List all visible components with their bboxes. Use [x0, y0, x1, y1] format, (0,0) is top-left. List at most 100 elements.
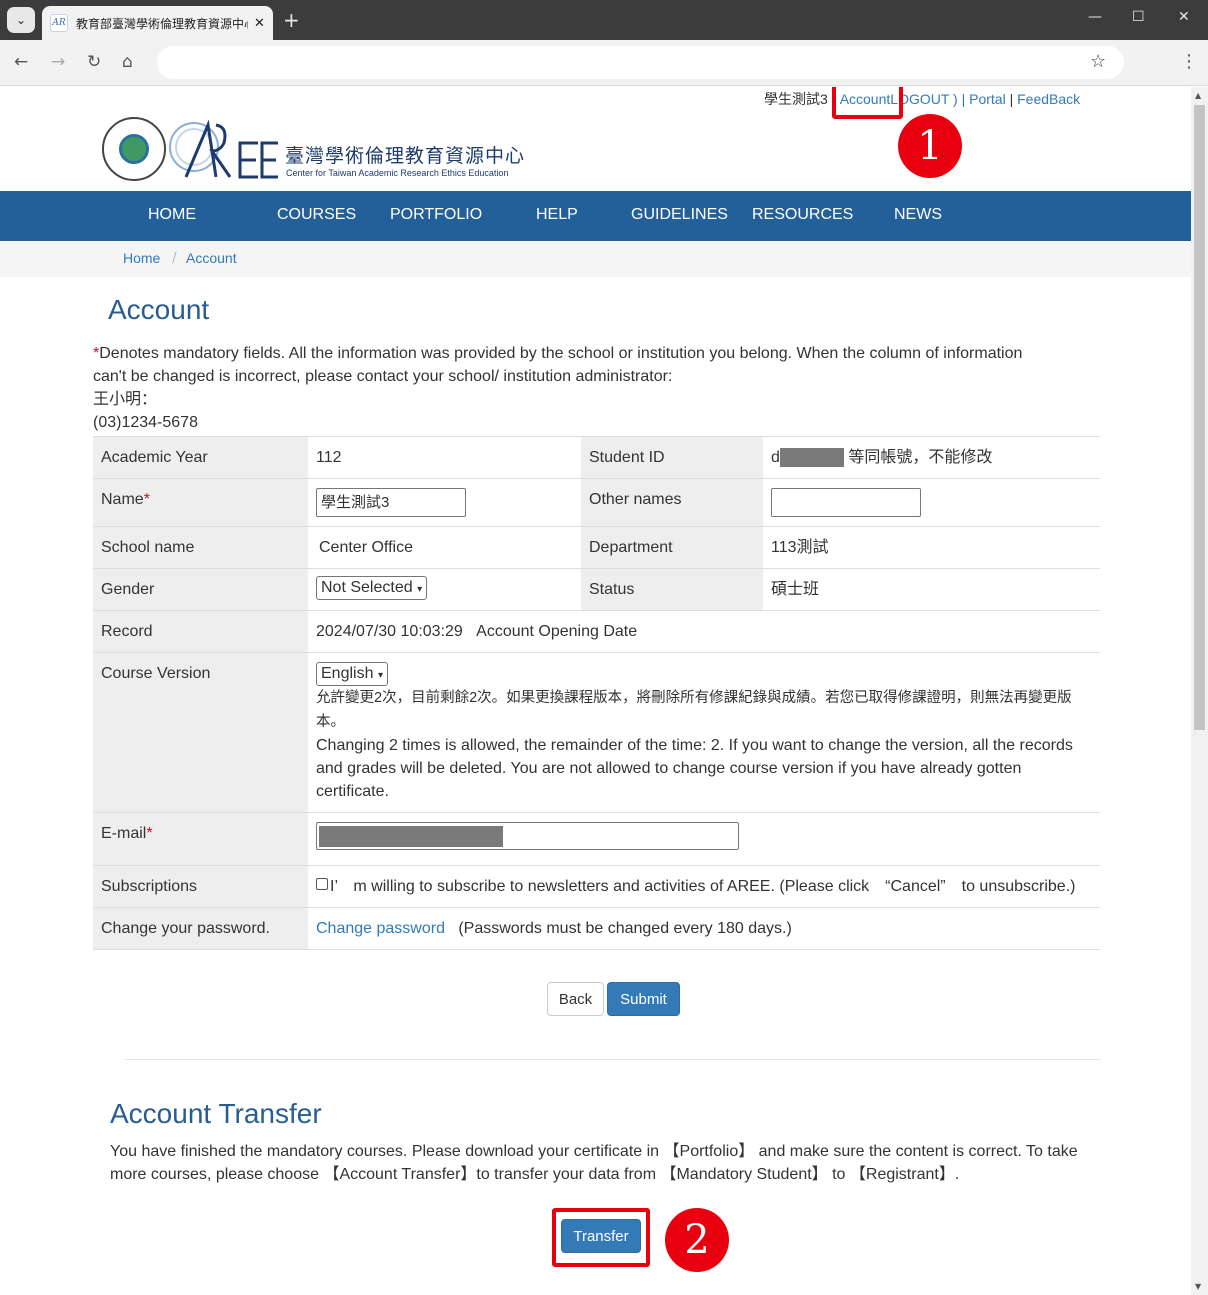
academic-year-label: Academic Year — [93, 436, 308, 479]
ministry-of-education-seal-icon — [102, 117, 166, 181]
record-value: 2024/07/30 10:03:29 Account Opening Date — [308, 610, 1100, 653]
scrollbar-thumb[interactable] — [1194, 105, 1205, 730]
home-icon[interactable]: ⌂ — [122, 52, 133, 72]
student-id-note: 等同帳號，不能修改 — [848, 449, 993, 466]
highlight-box-account — [832, 87, 903, 119]
kebab-menu-icon[interactable]: ⋮ — [1180, 51, 1198, 72]
nav-courses[interactable]: COURSES — [277, 206, 356, 224]
table-row: Subscriptions I’ m willing to subscribe … — [93, 865, 1100, 908]
breadcrumb-home[interactable]: Home — [123, 250, 160, 266]
subscribe-checkbox[interactable] — [316, 878, 328, 890]
table-row: Change your password. Change password (P… — [93, 907, 1100, 950]
student-id-label: Student ID — [581, 436, 763, 479]
submit-button[interactable]: Submit — [607, 982, 680, 1016]
portal-link[interactable]: Portal — [969, 91, 1006, 107]
table-row: School name Center Office Department 113… — [93, 526, 1100, 569]
department-value: 113測試 — [763, 526, 1100, 569]
nav-guidelines[interactable]: GUIDELINES — [631, 206, 728, 224]
user-bar: 學生測試3 AccountLOGOUT ) | Portal | FeedBac… — [764, 89, 1080, 109]
course-version-label: Course Version — [93, 652, 308, 813]
password-note: (Passwords must be changed every 180 day… — [458, 920, 792, 937]
table-row: Course Version English ▾ 允許變更2次，目前剩餘2次。如… — [93, 652, 1100, 813]
browser-tab[interactable]: AR 教育部臺灣學術倫理教育資源中心 ✕ — [42, 6, 273, 40]
reload-icon[interactable]: ↻ — [87, 52, 101, 72]
forward-arrow-icon[interactable]: → — [51, 52, 65, 72]
nav-news[interactable]: NEWS — [894, 206, 942, 224]
logo-name-en: Center for Taiwan Academic Research Ethi… — [286, 168, 509, 178]
academic-year-value: 112 — [308, 436, 581, 479]
breadcrumb-account[interactable]: Account — [186, 250, 237, 266]
maximize-icon[interactable]: ☐ — [1132, 9, 1145, 25]
chevron-down-icon: ⌄ — [15, 13, 27, 27]
bookmark-star-icon[interactable]: ☆ — [1090, 51, 1106, 72]
change-password-link[interactable]: Change password — [316, 920, 445, 937]
close-icon[interactable]: ✕ — [254, 16, 265, 31]
page-content: 學生測試3 AccountLOGOUT ) | Portal | FeedBac… — [0, 87, 1191, 1295]
table-row: E-mail* — [93, 812, 1100, 866]
course-version-select[interactable]: English ▾ — [316, 662, 388, 686]
scroll-up-icon[interactable]: ▲ — [1195, 91, 1201, 100]
browser-toolbar: ← → ↻ ⌂ ☆ ⋮ — [0, 40, 1208, 86]
gender-select[interactable]: Not Selected ▾ — [316, 576, 428, 600]
back-button[interactable]: Back — [547, 982, 604, 1016]
new-tab-button[interactable]: + — [283, 8, 300, 32]
gender-label: Gender — [93, 568, 308, 611]
student-id-prefix: d — [771, 449, 780, 466]
address-bar[interactable] — [157, 46, 1124, 79]
email-label: E-mail* — [93, 812, 308, 866]
nav-resources[interactable]: RESOURCES — [752, 206, 853, 224]
tab-search-button[interactable]: ⌄ — [7, 7, 35, 33]
breadcrumb-separator: / — [172, 250, 177, 266]
nav-home[interactable]: HOME — [148, 206, 196, 224]
window-close-icon[interactable]: ✕ — [1178, 9, 1190, 25]
redacted-student-id — [779, 448, 844, 468]
name-label: Name* — [93, 478, 308, 527]
feedback-link[interactable]: FeedBack — [1017, 91, 1080, 107]
contact-name: 王小明： — [93, 391, 158, 408]
subscriptions-cell: I’ m willing to subscribe to newsletters… — [308, 865, 1100, 908]
transfer-button[interactable]: Transfer — [561, 1219, 641, 1253]
table-row: Gender Not Selected ▾ Status 碩士班 — [93, 568, 1100, 611]
course-version-note-cn: 允許變更2次，目前剩餘2次。如果更換課程版本，將刪除所有修課紀錄與成績。若您已取… — [316, 690, 1072, 730]
school-name-value: Center Office — [308, 526, 581, 569]
browser-tab-strip: ⌄ AR 教育部臺灣學術倫理教育資源中心 ✕ + — ☐ ✕ — [0, 0, 1208, 40]
logo-name-cn: 臺灣學術倫理教育資源中心 — [285, 145, 526, 167]
other-names-input[interactable] — [771, 488, 921, 517]
page-title: Account — [108, 294, 210, 325]
favicon-icon: AR — [50, 14, 68, 32]
chevron-down-icon: ▾ — [417, 584, 423, 595]
tab-title: 教育部臺灣學術倫理教育資源中心 — [76, 16, 248, 31]
subscriptions-label: Subscriptions — [93, 865, 308, 908]
contact-phone: (03)1234-5678 — [93, 414, 198, 431]
nav-help[interactable]: HELP — [536, 206, 578, 224]
table-row: Record 2024/07/30 10:03:29 Account Openi… — [93, 610, 1100, 653]
scrollbar[interactable]: ▲ ▼ — [1191, 87, 1208, 1295]
back-arrow-icon[interactable]: ← — [14, 52, 28, 72]
account-transfer-text: You have finished the mandatory courses.… — [110, 1143, 1078, 1183]
minimize-icon[interactable]: — — [1088, 9, 1102, 25]
status-value: 碩士班 — [763, 568, 1100, 611]
breadcrumb: Home / Account — [0, 241, 1191, 277]
step-marker-1: 1 — [898, 114, 962, 178]
main-nav: HOME COURSES PORTFOLIO HELP GUIDELINES R… — [0, 191, 1191, 241]
step-marker-2: 2 — [665, 1208, 729, 1272]
scroll-down-icon[interactable]: ▼ — [1195, 1282, 1201, 1291]
subscriptions-text: I’ m willing to subscribe to newsletters… — [330, 878, 1076, 895]
school-name-label: School name — [93, 526, 308, 569]
chevron-down-icon: ▾ — [377, 670, 383, 681]
status-label: Status — [581, 568, 763, 611]
record-label: Record — [93, 610, 308, 653]
redacted-email — [319, 826, 503, 847]
nav-portfolio[interactable]: PORTFOLIO — [390, 206, 482, 224]
change-password-label: Change your password. — [93, 907, 308, 950]
section-divider — [125, 1059, 1101, 1060]
name-input[interactable]: 學生測試3 — [316, 488, 466, 517]
aree-logo-icon — [169, 119, 278, 179]
course-version-cell: English ▾ 允許變更2次，目前剩餘2次。如果更換課程版本，將刪除所有修課… — [308, 652, 1100, 813]
username: 學生測試3 — [764, 91, 828, 107]
department-label: Department — [581, 526, 763, 569]
other-names-label: Other names — [581, 478, 763, 527]
separator: | — [1009, 91, 1014, 107]
mandatory-notice: *Denotes mandatory fields. All the infor… — [93, 345, 1023, 431]
email-input[interactable] — [316, 822, 739, 850]
